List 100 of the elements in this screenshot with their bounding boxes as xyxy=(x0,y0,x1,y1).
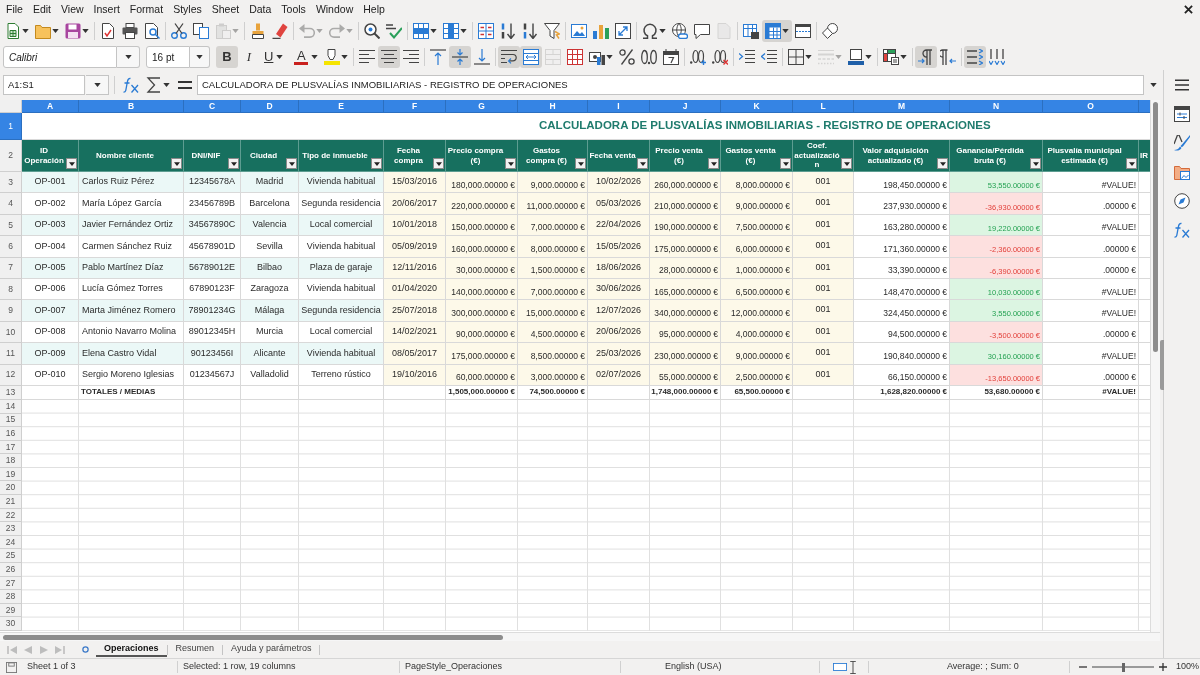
row-header[interactable]: 4 xyxy=(0,193,22,215)
row-header[interactable]: 20 xyxy=(0,481,22,496)
filter-button[interactable] xyxy=(575,158,586,169)
close-document-button[interactable] xyxy=(1184,4,1193,14)
align-center-button[interactable] xyxy=(378,46,401,68)
filter-button[interactable] xyxy=(937,158,948,169)
cut-button[interactable] xyxy=(168,20,190,42)
column-header[interactable]: J xyxy=(650,100,721,113)
name-box[interactable]: A1:S1 xyxy=(3,75,85,95)
menu-item[interactable]: Tools xyxy=(276,0,311,18)
menu-item[interactable]: View xyxy=(56,0,89,18)
filter-button[interactable] xyxy=(371,158,382,169)
sheet-tab[interactable]: Resumen xyxy=(167,642,223,657)
row-header[interactable]: 1 xyxy=(0,113,22,140)
row-header[interactable]: 30 xyxy=(0,617,22,631)
horizontal-scrollbar[interactable] xyxy=(0,632,1160,641)
hyperlink-button[interactable] xyxy=(669,20,691,42)
column-header[interactable]: K xyxy=(721,100,793,113)
row-header[interactable]: 2 xyxy=(0,140,22,172)
column-header[interactable]: C xyxy=(184,100,241,113)
menu-item[interactable]: File xyxy=(1,0,28,18)
filter-button[interactable] xyxy=(228,158,239,169)
left-to-right-button[interactable] xyxy=(915,46,938,68)
name-box-dropdown[interactable] xyxy=(86,75,109,95)
filter-button[interactable] xyxy=(286,158,297,169)
row-header[interactable]: 9 xyxy=(0,300,22,322)
column-header[interactable]: N xyxy=(950,100,1043,113)
filter-button[interactable] xyxy=(66,158,77,169)
align-middle-button[interactable] xyxy=(449,46,472,68)
slider-thumb[interactable] xyxy=(1121,662,1125,672)
row-header[interactable]: 5 xyxy=(0,214,22,237)
filter-button[interactable] xyxy=(171,158,182,169)
zoom-percentage[interactable]: 100% xyxy=(1176,660,1200,674)
menu-item[interactable]: Insert xyxy=(88,0,125,18)
row-header[interactable]: 16 xyxy=(0,427,22,441)
sidebar-handle[interactable] xyxy=(1160,340,1164,390)
column-header[interactable]: G xyxy=(446,100,518,113)
row-header[interactable]: 7 xyxy=(0,257,22,279)
sheet-tab[interactable]: Ayuda y parámetros xyxy=(223,642,320,657)
font-size-dropdown[interactable] xyxy=(190,46,210,68)
horizontal-text-button[interactable] xyxy=(964,46,987,68)
filter-button[interactable] xyxy=(708,158,719,169)
menu-item[interactable]: Styles xyxy=(168,0,207,18)
row-header[interactable]: 10 xyxy=(0,321,22,344)
autofilter-button[interactable] xyxy=(541,20,563,42)
filter-button[interactable] xyxy=(1030,158,1041,169)
formula-input[interactable]: CALCULADORA DE PLUSVALÍAS INMOBILIARIAS - REGISTRO DE OPERACIONES xyxy=(197,75,1144,95)
column-header[interactable]: O xyxy=(1043,100,1139,113)
filter-button[interactable] xyxy=(1126,158,1137,169)
merge-center-button[interactable] xyxy=(520,46,543,68)
row-header[interactable]: 26 xyxy=(0,563,22,577)
row-header[interactable]: 18 xyxy=(0,454,22,468)
menu-item[interactable]: Help xyxy=(358,0,390,18)
column-header[interactable]: B xyxy=(79,100,184,113)
column-header[interactable]: H xyxy=(518,100,588,113)
column-header[interactable]: A xyxy=(22,100,79,113)
row-header[interactable]: 3 xyxy=(0,172,22,194)
pivot-table-button[interactable] xyxy=(612,20,634,42)
font-name-field[interactable]: Calibri xyxy=(3,46,117,68)
column-header[interactable]: I xyxy=(588,100,650,113)
menu-item[interactable]: Sheet xyxy=(206,0,245,18)
font-name-dropdown[interactable] xyxy=(117,46,140,68)
scrollbar-thumb[interactable] xyxy=(3,634,503,640)
column-header[interactable]: F xyxy=(384,100,446,113)
column-header[interactable]: M xyxy=(854,100,950,113)
find-replace-button[interactable] xyxy=(361,20,383,42)
menu-item[interactable]: Format xyxy=(124,0,169,18)
filter-button[interactable] xyxy=(433,158,444,169)
filter-button[interactable] xyxy=(841,158,852,169)
column-header[interactable]: D xyxy=(241,100,299,113)
row-header[interactable]: 28 xyxy=(0,590,22,604)
column-header[interactable]: L xyxy=(793,100,854,113)
vertical-scrollbar[interactable] xyxy=(1150,100,1160,632)
filter-button[interactable] xyxy=(637,158,648,169)
row-header[interactable]: 23 xyxy=(0,522,22,536)
copy-button[interactable] xyxy=(190,20,212,42)
menu-item[interactable]: Data xyxy=(244,0,277,18)
underline-button[interactable]: U xyxy=(260,46,288,68)
menu-item[interactable]: Edit xyxy=(27,0,56,18)
italic-button[interactable]: I xyxy=(238,46,260,68)
sort-button[interactable] xyxy=(475,20,497,42)
font-color-button[interactable]: A xyxy=(291,46,322,68)
row-header[interactable]: 25 xyxy=(0,549,22,564)
row-header[interactable]: 21 xyxy=(0,495,22,509)
row-header[interactable]: 6 xyxy=(0,236,22,258)
column-header[interactable]: E xyxy=(299,100,384,113)
zoom-in-button[interactable] xyxy=(1156,660,1170,674)
row-header[interactable]: 11 xyxy=(0,343,22,365)
row-header[interactable]: 12 xyxy=(0,364,22,386)
zoom-slider[interactable] xyxy=(1092,662,1154,672)
freeze-button[interactable] xyxy=(762,20,792,42)
wrap-text-button[interactable] xyxy=(498,46,521,68)
draw-functions-button[interactable] xyxy=(819,20,841,42)
scrollbar-thumb[interactable] xyxy=(1153,102,1158,352)
filter-button[interactable] xyxy=(780,158,791,169)
row-header[interactable]: 8 xyxy=(0,278,22,301)
font-size-field[interactable]: 16 pt xyxy=(146,46,190,68)
filter-button[interactable] xyxy=(505,158,516,169)
bold-button[interactable]: B xyxy=(216,46,238,68)
menu-item[interactable]: Window xyxy=(310,0,359,18)
